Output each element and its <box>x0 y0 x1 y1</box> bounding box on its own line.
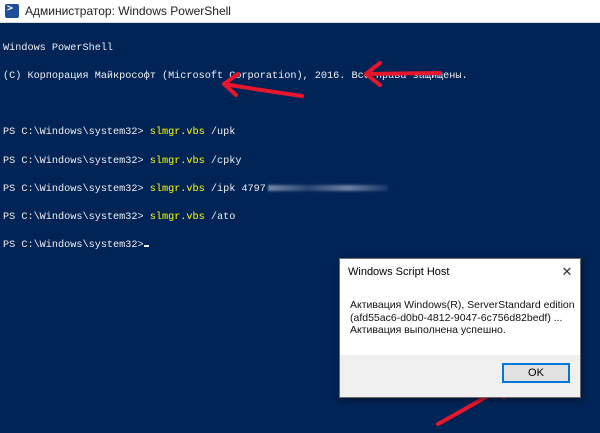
dialog-footer: OK <box>340 355 580 397</box>
success-message: Активация выполнена успешно. <box>350 324 506 336</box>
message-line: Активация Windows(R), ServerStandard edi… <box>350 299 575 311</box>
dialog-title: Windows Script Host <box>348 266 450 278</box>
window-titlebar: > Администратор: Windows PowerShell <box>0 0 600 23</box>
dialog-message: Активация Windows(R), ServerStandard edi… <box>340 285 580 355</box>
console-header-line: (C) Корпорация Майкрософт (Microsoft Cor… <box>3 71 468 83</box>
console-header-line: Windows PowerShell <box>3 42 114 54</box>
message-line: (afd55ac6-d0b0-4812-9047-6c756d82bedf) .… <box>350 311 563 324</box>
dialog-header: Windows Script Host ✕ <box>340 259 580 285</box>
console-command-line: PS C:\Windows\system32> slmgr.vbs /ipk 4… <box>3 184 468 194</box>
console-current-prompt: PS C:\Windows\system32> <box>3 241 468 251</box>
text-cursor <box>143 245 149 248</box>
close-icon[interactable]: ✕ <box>554 261 580 283</box>
blurred-product-key <box>267 185 388 192</box>
console-command-line: PS C:\Windows\system32> slmgr.vbs /upk <box>3 127 236 139</box>
console-command-line: PS C:\Windows\system32> slmgr.vbs /cpky <box>3 155 242 167</box>
console-command-line: PS C:\Windows\system32> slmgr.vbs /ato <box>3 212 236 224</box>
script-host-dialog: Windows Script Host ✕ Активация Windows(… <box>339 258 581 398</box>
powershell-icon: > <box>5 3 19 18</box>
window-title: Администратор: Windows PowerShell <box>25 4 231 18</box>
ok-button[interactable]: OK <box>502 363 570 383</box>
